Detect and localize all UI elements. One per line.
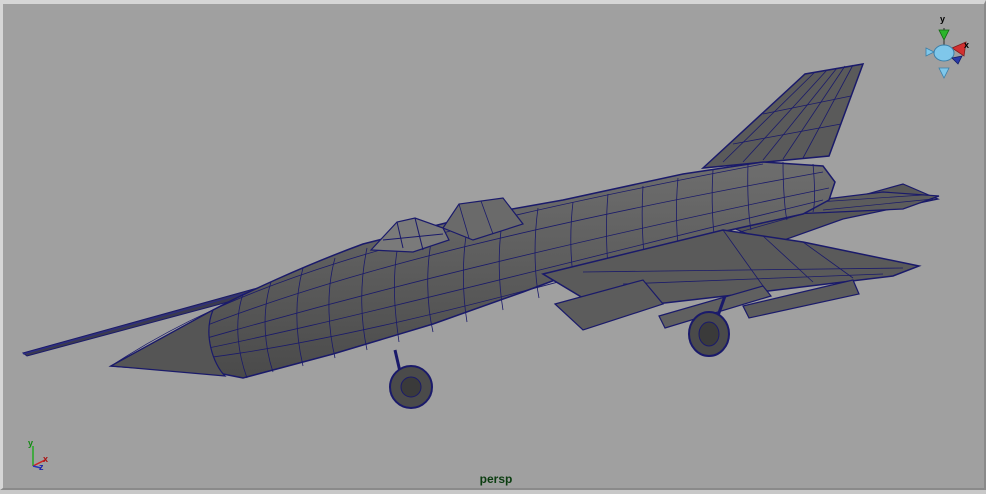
nose-cone — [108, 308, 227, 377]
perspective-viewport[interactable]: y x y x z persp — [0, 0, 986, 490]
camera-name-label: persp — [479, 472, 513, 486]
axis-indicator-y-label: y — [28, 438, 33, 448]
aircraft-model[interactable] — [3, 4, 986, 494]
view-cube-icon[interactable]: y x — [918, 12, 974, 84]
axis-indicator-x-label: x — [43, 454, 48, 464]
axis-indicator-icon: y x z — [28, 438, 48, 472]
nose-landing-gear — [389, 349, 433, 409]
view-cube-y-label: y — [940, 14, 945, 24]
axis-indicator-z-label: z — [39, 462, 44, 472]
view-cube-x-label: x — [964, 40, 969, 50]
tail-fin — [700, 63, 865, 169]
